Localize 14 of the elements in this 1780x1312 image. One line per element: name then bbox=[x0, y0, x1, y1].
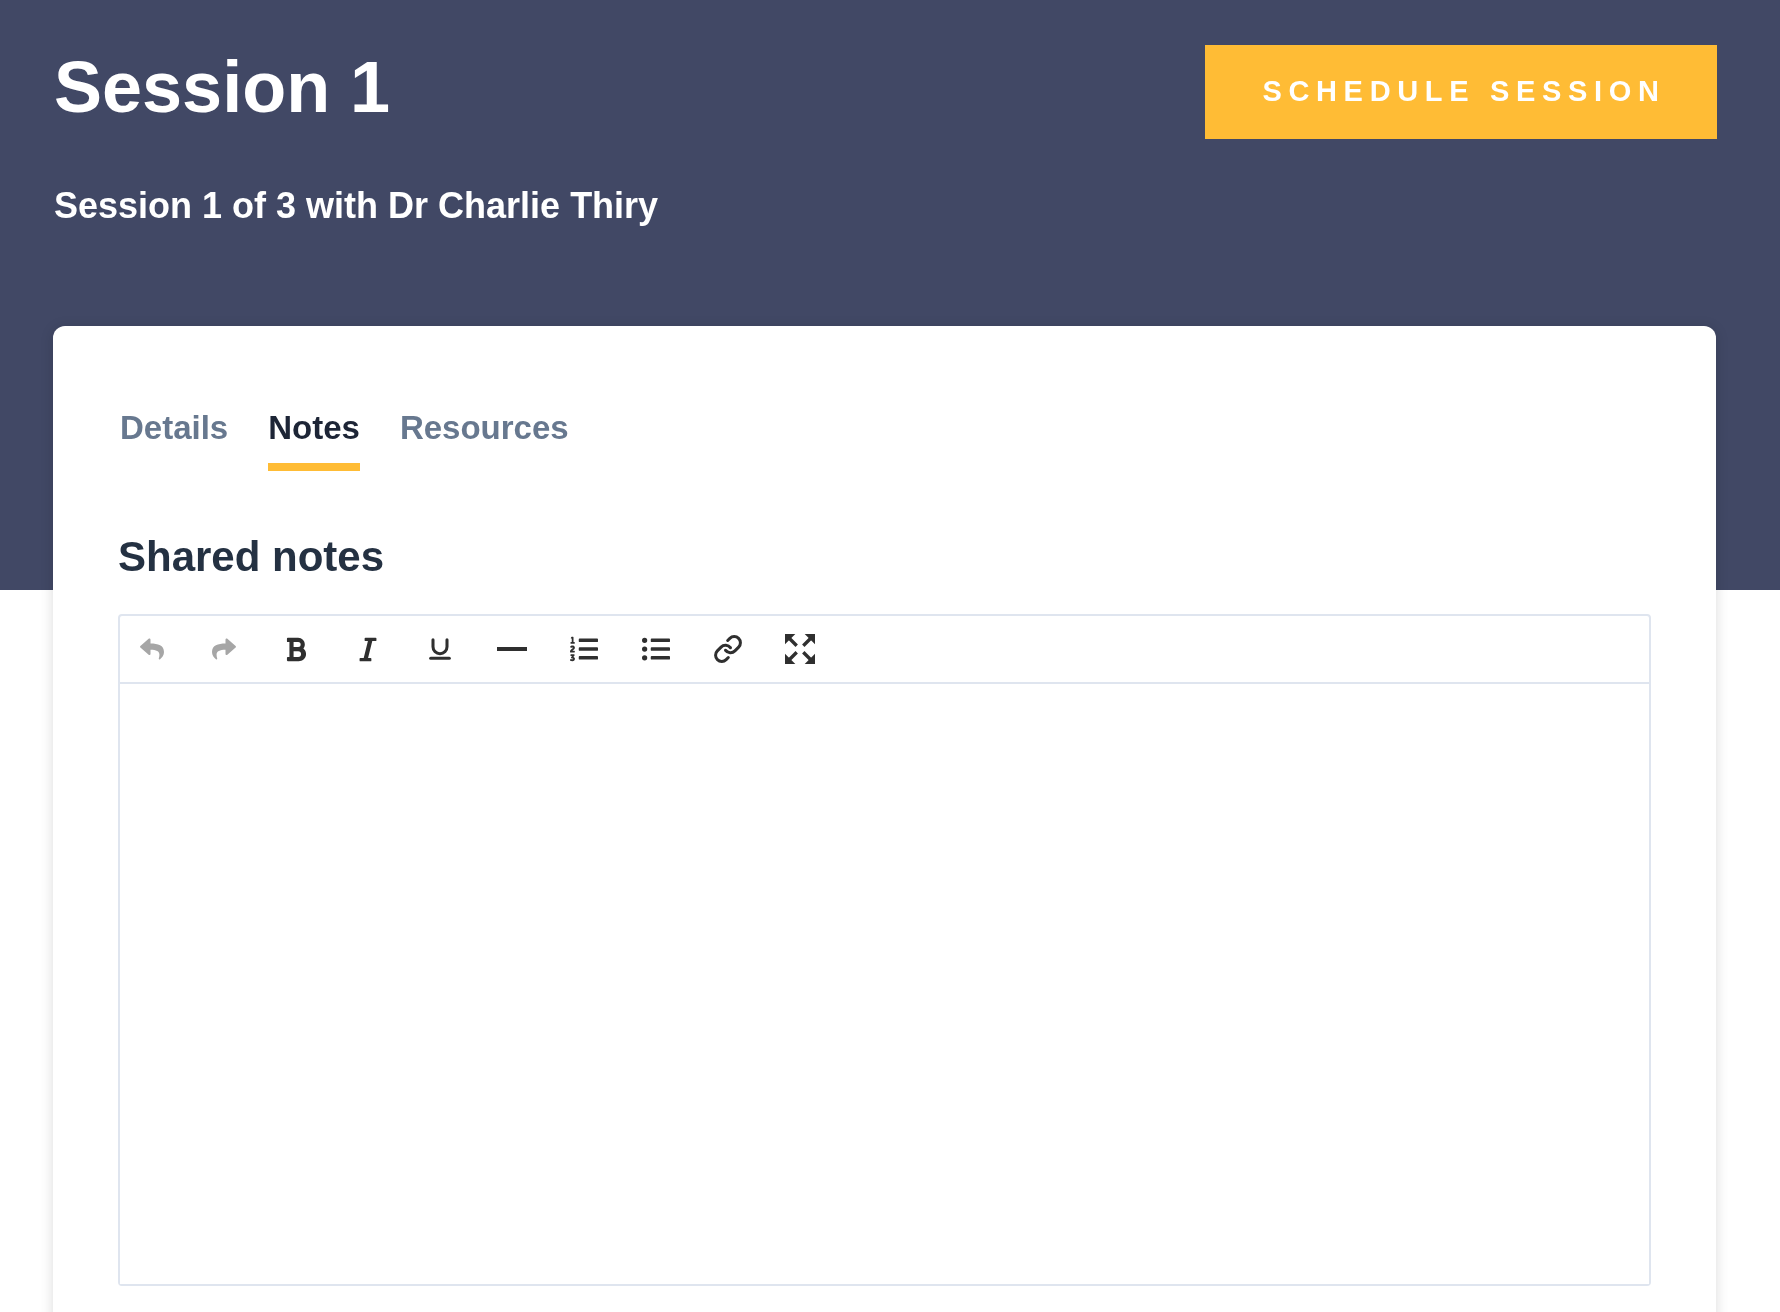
tab[interactable]: Details bbox=[120, 411, 229, 471]
numbered-list-icon bbox=[570, 635, 598, 663]
redo-icon bbox=[212, 637, 236, 661]
bullet-list-icon bbox=[642, 635, 670, 663]
link-icon bbox=[713, 634, 743, 664]
undo-icon bbox=[140, 637, 164, 661]
session-subtitle: Session 1 of 3 with Dr Charlie Thiry bbox=[54, 188, 659, 224]
section-heading: Shared notes bbox=[118, 536, 385, 578]
expand-arrows-icon bbox=[785, 634, 815, 664]
page-title: Session 1 bbox=[54, 51, 391, 123]
tab[interactable]: Resources bbox=[399, 411, 569, 471]
italic-icon bbox=[358, 635, 378, 663]
tab[interactable]: Notes bbox=[268, 411, 360, 471]
bold-icon bbox=[286, 635, 306, 663]
